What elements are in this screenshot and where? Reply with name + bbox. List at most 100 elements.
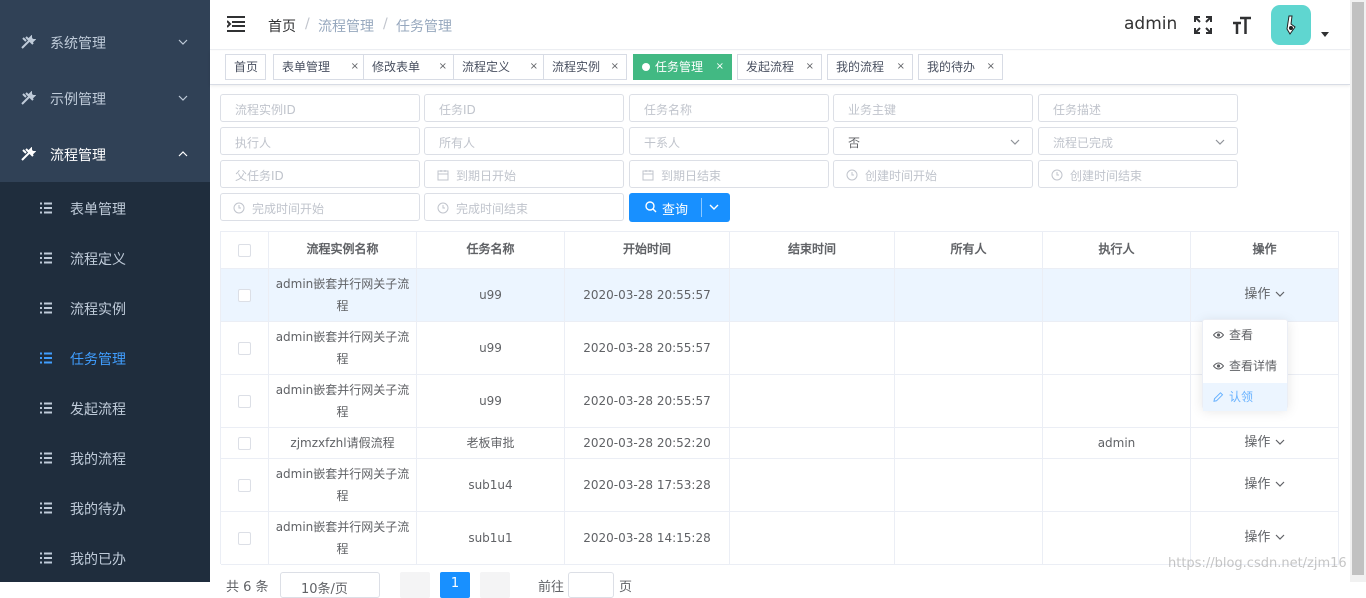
sidebar-item-definition[interactable]: 流程定义 (0, 233, 210, 283)
row-select[interactable] (221, 459, 269, 511)
action-dropdown[interactable]: 操作 (1244, 474, 1285, 496)
query-button[interactable]: 查询 (629, 193, 730, 222)
vertical-scrollbar[interactable] (1350, 0, 1366, 582)
create-end-picker[interactable]: 创建时间结束 (1038, 160, 1238, 188)
clock-icon (846, 169, 858, 181)
sidebar-item-task[interactable]: 任务管理 (0, 333, 210, 383)
tag-form[interactable]: 表单管理 × (273, 54, 367, 80)
tag-instance[interactable]: 流程实例 × (543, 54, 627, 80)
prev-page-button[interactable] (400, 572, 430, 598)
checkbox[interactable] (238, 244, 251, 257)
checkbox[interactable] (238, 531, 251, 545)
menu-item-claim[interactable]: 认领 (1203, 383, 1287, 411)
close-icon[interactable]: × (806, 55, 814, 79)
owner-input[interactable]: 所有人 (424, 127, 624, 155)
tag-label: 发起流程 (746, 60, 795, 74)
cell-task: u99 (417, 375, 565, 427)
menu-item-view-detail[interactable]: 查看详情 (1203, 352, 1287, 380)
caret-down-icon[interactable] (1321, 32, 1329, 38)
candidate-input[interactable]: 干系人 (629, 127, 829, 155)
checkbox[interactable] (238, 288, 251, 302)
assignee-input[interactable]: 执行人 (220, 127, 420, 155)
menu-system[interactable]: 系统管理 (0, 15, 210, 71)
menu-process[interactable]: 流程管理 (0, 127, 210, 183)
table-row[interactable]: admin嵌套并行网关子流程 u99 2020-03-28 20:55:57 (221, 322, 1339, 375)
complete-start-picker[interactable]: 完成时间开始 (220, 193, 420, 221)
close-icon[interactable]: × (897, 55, 905, 79)
sidebar-item-my-process[interactable]: 我的流程 (0, 433, 210, 483)
sidebar-item-todo[interactable]: 我的待办 (0, 483, 210, 533)
tag-definition[interactable]: 流程定义 × (453, 54, 546, 80)
close-icon[interactable]: × (716, 55, 724, 79)
menu-example[interactable]: 示例管理 (0, 71, 210, 127)
due-end-picker[interactable]: 到期日结束 (629, 160, 829, 188)
sidebar-item-done[interactable]: 我的已办 (0, 533, 210, 582)
cell-start: 2020-03-28 17:53:28 (565, 459, 730, 511)
cell-action: 操作 (1191, 459, 1339, 511)
finished-select[interactable]: 流程已完成 (1038, 127, 1238, 155)
placeholder: 到期日开始 (456, 169, 517, 183)
create-start-picker[interactable]: 创建时间开始 (833, 160, 1033, 188)
tag-home[interactable]: 首页 (225, 54, 266, 80)
close-icon[interactable]: × (351, 55, 359, 79)
tag-label: 我的流程 (836, 60, 885, 74)
sidebar-item-form[interactable]: 表单管理 (0, 183, 210, 233)
task-id-input[interactable]: 任务ID (424, 94, 624, 122)
tag-start[interactable]: 发起流程 × (737, 54, 822, 80)
cell-end (730, 428, 895, 458)
row-select[interactable] (221, 322, 269, 374)
row-select[interactable] (221, 269, 269, 321)
checkbox[interactable] (238, 478, 251, 492)
fullscreen-icon[interactable] (1194, 16, 1212, 34)
complete-end-picker[interactable]: 完成时间结束 (424, 193, 624, 221)
close-icon[interactable]: × (987, 55, 995, 79)
checkbox[interactable] (238, 436, 251, 450)
task-name-input[interactable]: 任务名称 (629, 94, 829, 122)
cell-start: 2020-03-28 20:55:57 (565, 375, 730, 427)
breadcrumb-home[interactable]: 首页 (268, 16, 296, 36)
menu-item-view[interactable]: 查看 (1203, 321, 1287, 349)
avatar[interactable] (1271, 5, 1311, 45)
next-page-button[interactable] (480, 572, 510, 598)
close-icon[interactable]: × (439, 55, 447, 79)
table-row[interactable]: admin嵌套并行网关子流程 u99 2020-03-28 20:55:57 操… (221, 269, 1339, 322)
tag-my-process[interactable]: 我的流程 × (827, 54, 913, 80)
font-size-icon[interactable] (1232, 15, 1252, 35)
parent-task-id-input[interactable]: 父任务ID (220, 160, 420, 188)
table-row[interactable]: admin嵌套并行网关子流程 sub1u4 2020-03-28 17:53:2… (221, 459, 1339, 512)
table-row[interactable]: zjmzxfzhl请假流程 老板审批 2020-03-28 20:52:20 a… (221, 428, 1339, 459)
business-key-input[interactable]: 业务主键 (833, 94, 1033, 122)
action-dropdown[interactable]: 操作 (1244, 284, 1285, 306)
header-select-all[interactable] (221, 232, 269, 269)
close-icon[interactable]: × (530, 55, 538, 79)
row-select[interactable] (221, 428, 269, 458)
tag-label: 表单管理 (282, 60, 331, 74)
chevron-down-icon[interactable] (709, 203, 719, 211)
scrollbar-thumb[interactable] (1352, 2, 1364, 575)
tag-todo[interactable]: 我的待办 × (918, 54, 1003, 80)
due-start-picker[interactable]: 到期日开始 (424, 160, 624, 188)
tag-edit-form[interactable]: 修改表单 × (363, 54, 455, 80)
sidebar-item-start[interactable]: 发起流程 (0, 383, 210, 433)
menu-item-label: 查看 (1229, 328, 1254, 342)
page-number-current[interactable]: 1 (440, 572, 470, 598)
proc-inst-id-input[interactable]: 流程实例ID (220, 94, 420, 122)
action-dropdown[interactable]: 操作 (1244, 432, 1285, 454)
action-dropdown[interactable]: 操作 (1244, 527, 1285, 549)
close-icon[interactable]: × (611, 55, 619, 79)
row-select[interactable] (221, 512, 269, 564)
table-row[interactable]: admin嵌套并行网关子流程 u99 2020-03-28 20:55:57 (221, 375, 1339, 428)
page-size-select[interactable]: 10条/页 (280, 572, 380, 598)
checkbox[interactable] (238, 341, 251, 355)
cell-process: zjmzxfzhl请假流程 (269, 428, 417, 458)
suspended-select[interactable]: 否 (833, 127, 1033, 155)
tag-task-active[interactable]: 任务管理 × (633, 54, 732, 80)
task-desc-input[interactable]: 任务描述 (1038, 94, 1238, 122)
menu-system-label: 系统管理 (50, 36, 106, 52)
hamburger-icon[interactable] (227, 16, 245, 32)
sidebar-item-instance[interactable]: 流程实例 (0, 283, 210, 333)
search-icon (645, 201, 657, 213)
checkbox[interactable] (238, 394, 251, 408)
goto-page-input[interactable] (568, 572, 614, 598)
row-select[interactable] (221, 375, 269, 427)
